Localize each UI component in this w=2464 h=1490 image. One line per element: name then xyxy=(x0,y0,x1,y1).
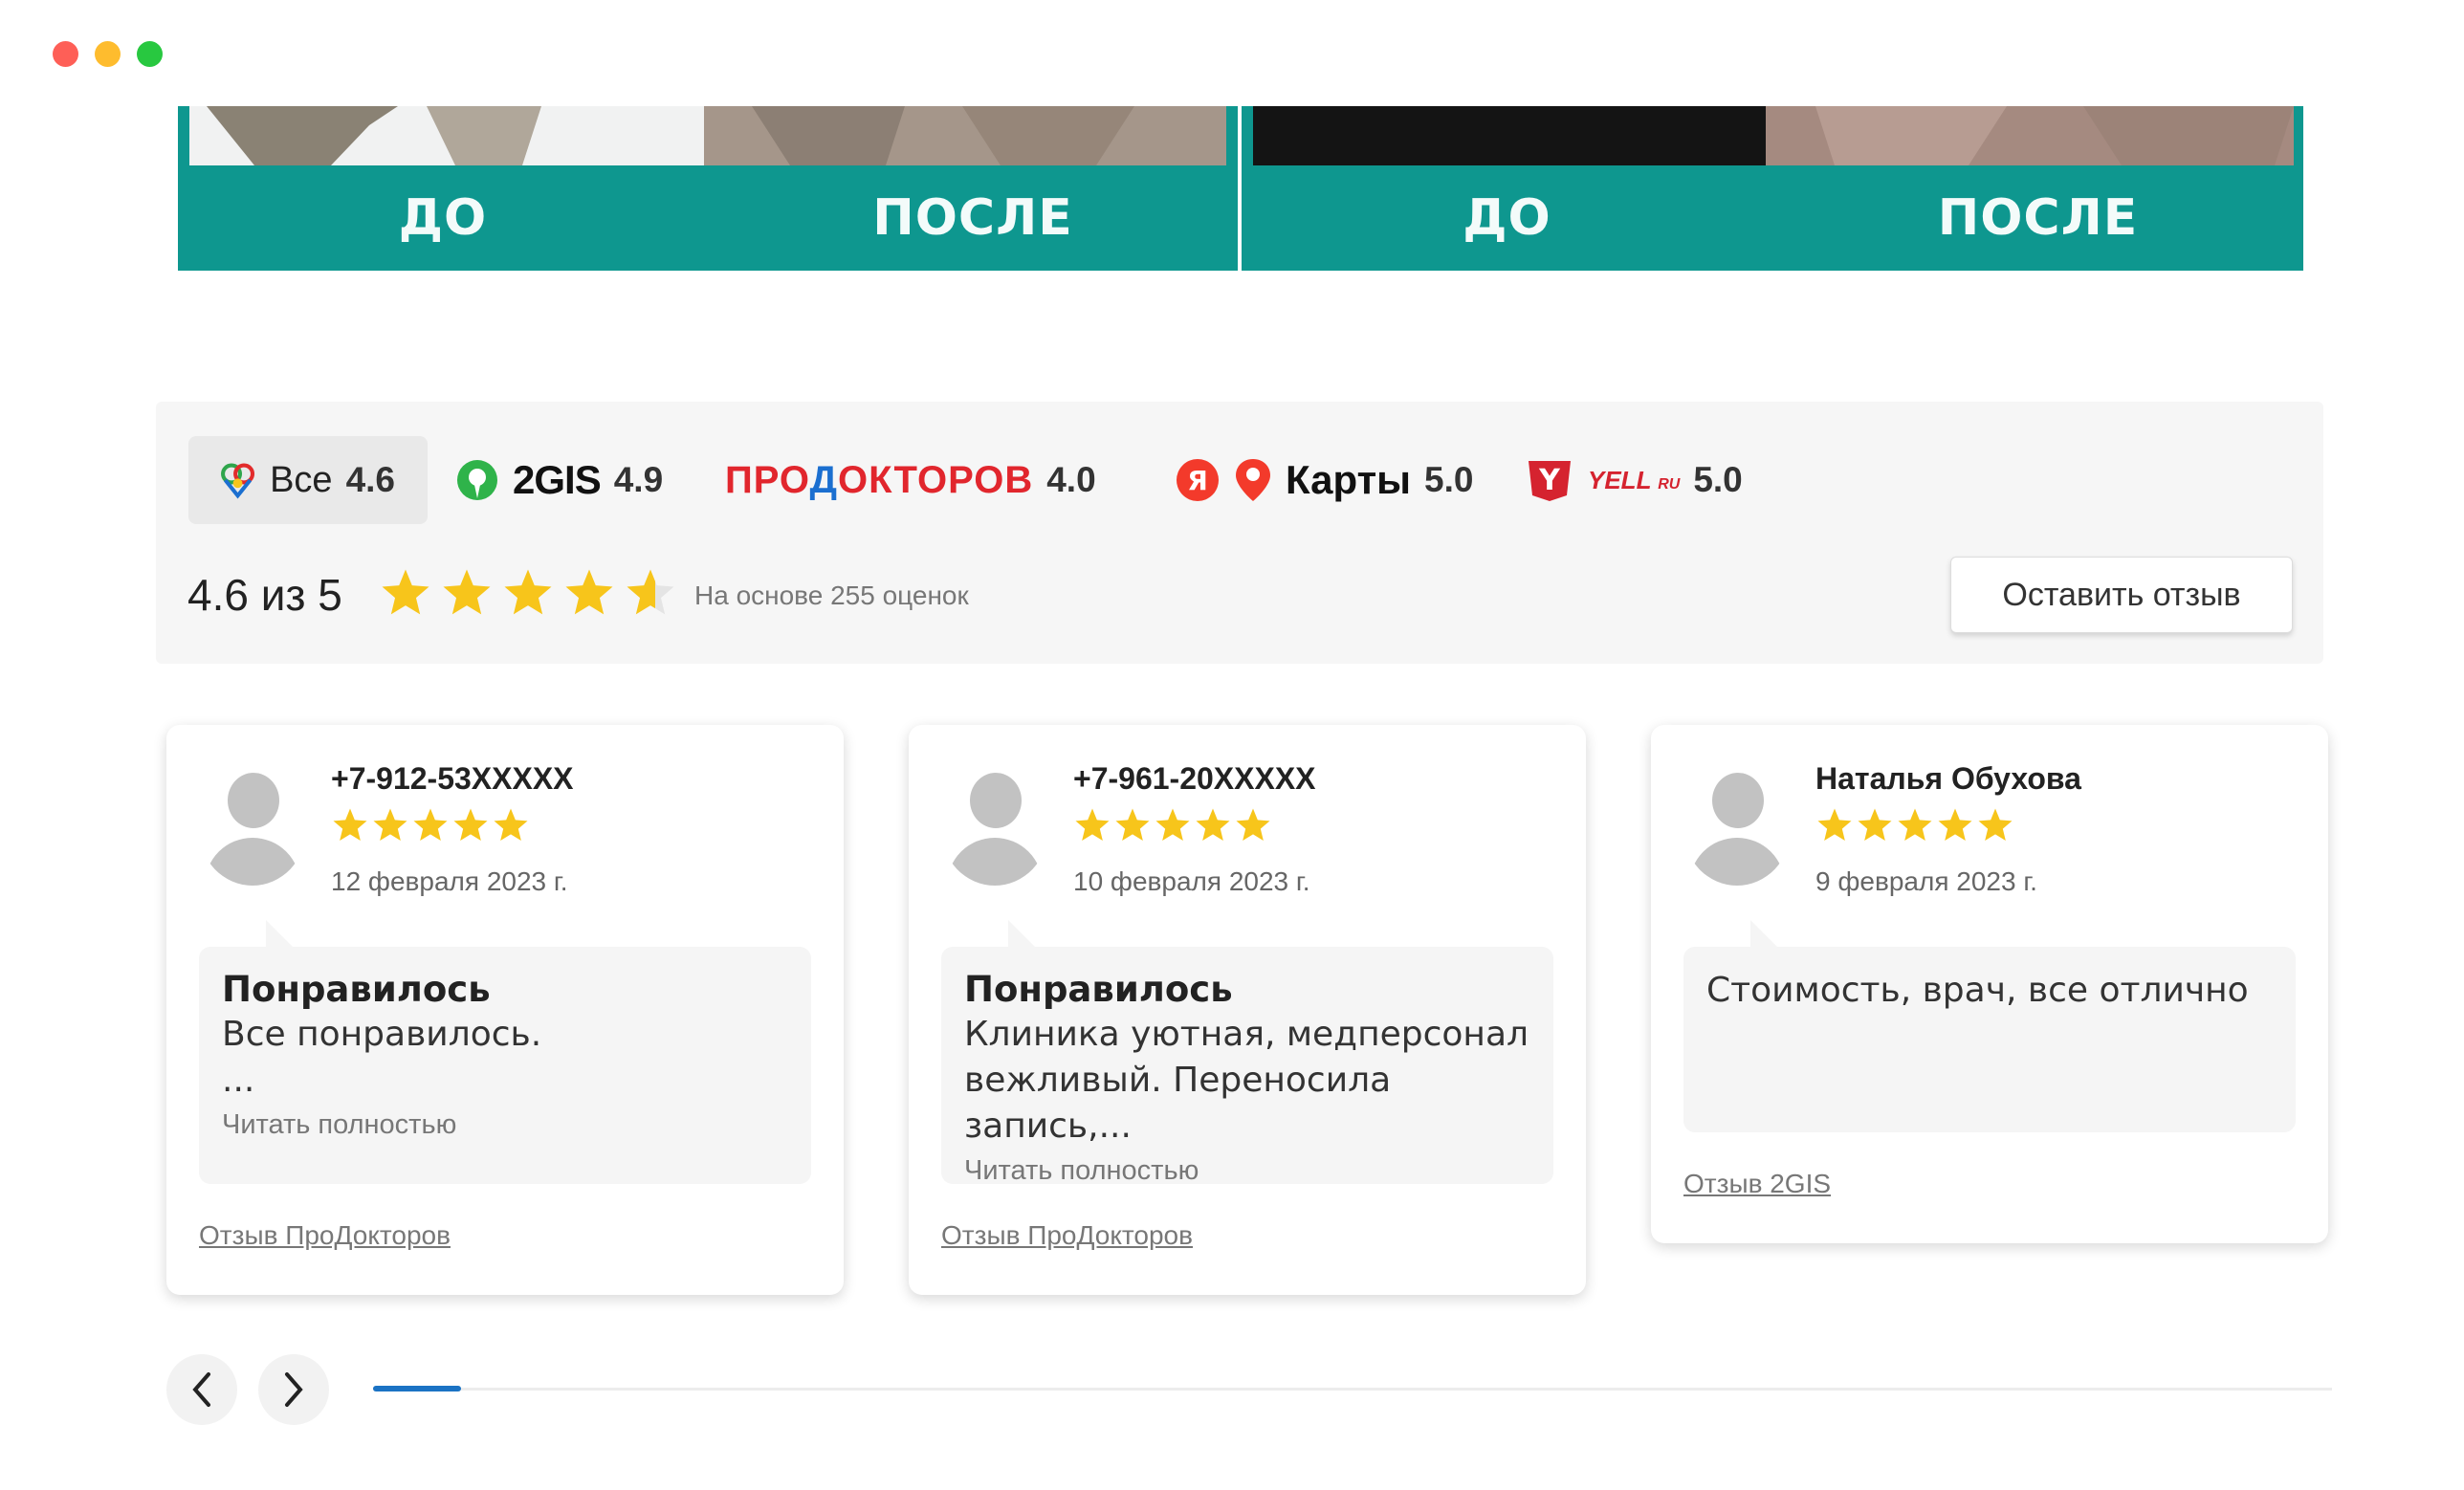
review-card: +7-961-20XXXXX 10 февраля 2023 г. Понрав… xyxy=(909,725,1586,1295)
star-icon xyxy=(1978,808,2013,841)
avatar xyxy=(1683,773,1791,886)
multi-color-heart-icon xyxy=(221,463,255,499)
star-icon xyxy=(1196,808,1230,841)
svg-text:Y: Y xyxy=(1538,464,1561,497)
review-date: 12 февраля 2023 г. xyxy=(331,866,568,896)
review-stars xyxy=(331,806,530,844)
review-stars xyxy=(1073,806,1272,844)
source-tab-all[interactable]: Все 4.6 xyxy=(188,436,428,524)
source-name: Все xyxy=(270,459,333,500)
review-date: 10 февраля 2023 г. xyxy=(1073,866,1310,896)
star-icon xyxy=(1115,808,1150,841)
review-title: Понравилось xyxy=(222,969,491,1010)
review-text-line: ... xyxy=(222,1061,255,1100)
avatar xyxy=(941,773,1048,886)
review-title: Понравилось xyxy=(964,969,1233,1010)
yandex-logo-icon: Я xyxy=(1177,459,1219,501)
star-icon xyxy=(1155,808,1190,841)
star-icon xyxy=(333,808,367,841)
star-icon xyxy=(453,808,488,841)
window-close-dot[interactable] xyxy=(53,41,78,67)
before-photo xyxy=(1253,106,2294,165)
source-rating: 4.6 xyxy=(345,460,395,499)
review-card: +7-912-53XXXXX 12 февраля 2023 г. Понрав… xyxy=(166,725,844,1295)
source-rating: 4.0 xyxy=(1046,460,1096,499)
star-icon xyxy=(627,569,674,615)
read-more-link[interactable]: Читать полностью xyxy=(964,1155,1530,1187)
review-card: Наталья Обухова 9 февраля 2023 г. Стоимо… xyxy=(1651,725,2328,1243)
leave-review-button[interactable]: Оставить отзыв xyxy=(1950,557,2293,633)
star-icon xyxy=(1938,808,1972,841)
source-rating: 5.0 xyxy=(1693,460,1743,499)
review-text-line: Все понравилось. xyxy=(222,1015,542,1054)
review-date: 9 февраля 2023 г. xyxy=(1815,866,2037,896)
source-rating: 5.0 xyxy=(1424,460,1474,499)
svg-text:Я: Я xyxy=(1187,465,1208,496)
source-tab-yell[interactable]: Y YELL RU 5.0 xyxy=(1525,436,1743,524)
before-photo xyxy=(189,106,1226,165)
star-icon xyxy=(1236,808,1270,841)
star-icon xyxy=(1075,808,1110,841)
source-tab-prodoktorov[interactable]: ПРОДОКТОРОВ 4.0 xyxy=(725,436,1096,524)
review-author: Наталья Обухова xyxy=(1815,761,2081,796)
2gis-logo-icon xyxy=(457,460,497,500)
review-source-link[interactable]: Отзыв ПроДокторов xyxy=(199,1220,451,1251)
average-stars xyxy=(379,566,677,620)
source-tab-yandex-maps[interactable]: Я Карты 5.0 xyxy=(1175,436,1473,524)
window-minimize-dot[interactable] xyxy=(95,41,121,67)
window-maximize-dot[interactable] xyxy=(137,41,163,67)
review-source-link[interactable]: Отзыв 2GIS xyxy=(1683,1169,1831,1199)
star-icon xyxy=(1858,808,1892,841)
review-author: +7-961-20XXXXX xyxy=(1073,761,1316,796)
carousel-track[interactable] xyxy=(373,1386,2332,1391)
carousel-prev-button[interactable] xyxy=(166,1354,237,1425)
after-label: ПОСЛЕ xyxy=(872,189,1073,247)
star-icon xyxy=(373,808,407,841)
review-text-line: Стоимость, врач, все отлично xyxy=(1706,971,2249,1010)
review-author: +7-912-53XXXXX xyxy=(331,761,574,796)
yell-logo: YELL RU xyxy=(1588,465,1681,494)
before-after-banner: ДО ПОСЛЕ xyxy=(1242,106,2303,271)
average-score: 4.6 из 5 xyxy=(187,570,342,620)
carousel-next-button[interactable] xyxy=(258,1354,329,1425)
source-name: Карты xyxy=(1286,457,1412,502)
star-icon xyxy=(504,569,552,615)
source-rating: 4.9 xyxy=(613,460,664,499)
carousel-progress-indicator xyxy=(373,1386,462,1391)
review-text-line: Клиника уютная, медперсонал xyxy=(964,1015,1529,1054)
star-icon xyxy=(565,569,613,615)
star-icon xyxy=(1898,808,1932,841)
star-icon xyxy=(382,569,429,615)
review-text-line: вежливый. Переносила запись,... xyxy=(964,1061,1392,1146)
yell-logo-icon: Y xyxy=(1529,461,1571,501)
map-pin-icon xyxy=(1236,459,1270,501)
source-tab-2gis[interactable]: 2GIS 4.9 xyxy=(455,436,663,524)
chevron-left-icon xyxy=(192,1372,210,1407)
star-icon xyxy=(1817,808,1852,841)
review-bubble: Понравилось Все понравилось. ... Читать … xyxy=(199,920,811,1184)
ratings-count: На основе 255 оценок xyxy=(694,581,969,610)
chevron-right-icon xyxy=(285,1372,303,1407)
review-bubble: Стоимость, врач, все отлично xyxy=(1683,920,2296,1132)
star-icon xyxy=(443,569,491,615)
avatar xyxy=(199,773,306,886)
after-label: ПОСЛЕ xyxy=(1937,189,2139,247)
before-after-banner: ДО ПОСЛЕ xyxy=(178,106,1238,271)
before-label: ДО xyxy=(1463,189,1551,247)
before-label: ДО xyxy=(398,189,488,247)
review-bubble: Понравилось Клиника уютная, медперсонал … xyxy=(941,920,1553,1187)
prodoktorov-logo: ПРОДОКТОРОВ xyxy=(725,458,1034,501)
source-name: 2GIS xyxy=(513,457,602,502)
star-icon xyxy=(413,808,448,841)
review-stars xyxy=(1815,806,2014,844)
read-more-link[interactable]: Читать полностью xyxy=(222,1109,788,1141)
star-icon xyxy=(494,808,528,841)
review-source-link[interactable]: Отзыв ПроДокторов xyxy=(941,1220,1193,1251)
